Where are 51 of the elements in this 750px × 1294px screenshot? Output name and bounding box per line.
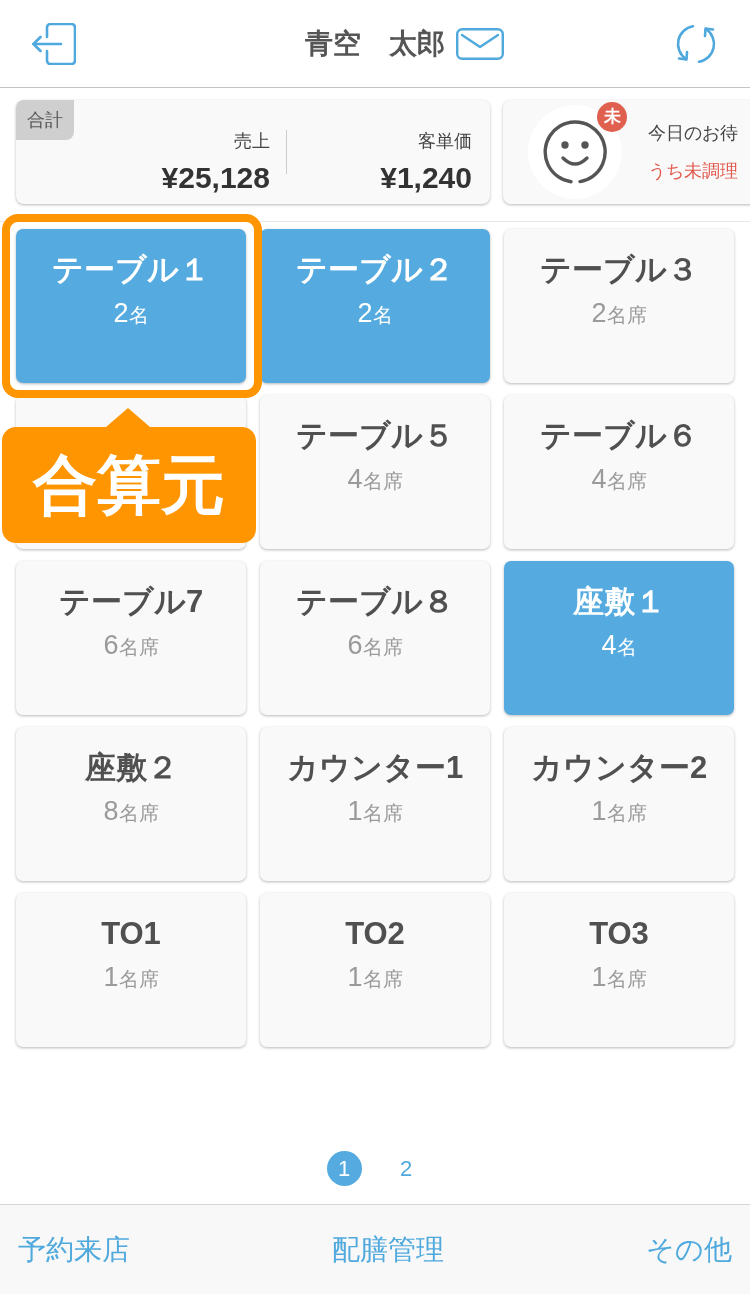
total-tag: 合計 <box>16 100 74 140</box>
table-tile[interactable]: 座敷２ 8名席 <box>16 727 246 881</box>
table-name: カウンター1 <box>286 749 464 787</box>
table-tile[interactable]: TO3 1名席 <box>504 893 734 1047</box>
waiting-title: 今日のお待 <box>648 122 738 145</box>
seat-count: 1名席 <box>591 961 647 994</box>
table-name: TO3 <box>589 915 649 953</box>
seat-count: 2名席 <box>591 297 647 330</box>
table-name: カウンター2 <box>530 749 708 787</box>
table-tile[interactable]: テーブル３ 2名席 <box>504 229 734 383</box>
mail-icon[interactable] <box>456 27 504 60</box>
seat-count: 4名 <box>601 629 637 662</box>
metric-label: 売上 <box>234 130 270 153</box>
table-name: 座敷１ <box>572 583 666 621</box>
metric-value: ¥1,240 <box>380 160 472 196</box>
table-tile[interactable]: カウンター1 1名席 <box>260 727 490 881</box>
seat-count: 6名席 <box>103 629 159 662</box>
metric-label: 客単価 <box>418 130 472 153</box>
table-tile[interactable]: テーブル６ 4名席 <box>504 395 734 549</box>
table-tile[interactable]: テーブル５ 4名席 <box>260 395 490 549</box>
logout-icon[interactable] <box>32 22 76 65</box>
table-tile[interactable]: テーブル7 6名席 <box>16 561 246 715</box>
table-tile[interactable]: TO1 1名席 <box>16 893 246 1047</box>
table-name: TO1 <box>101 915 161 953</box>
table-name: テーブル８ <box>296 583 454 621</box>
table-name: テーブル２ <box>296 251 454 289</box>
seat-count: 6名席 <box>347 629 403 662</box>
metric-value: ¥25,128 <box>161 160 270 196</box>
table-tile[interactable]: カウンター2 1名席 <box>504 727 734 881</box>
seat-count: 1名席 <box>591 795 647 828</box>
table-name: TO2 <box>345 915 405 953</box>
table-name: テーブル５ <box>296 417 454 455</box>
table-name: テーブル7 <box>58 583 204 621</box>
seat-count: 8名席 <box>103 795 159 828</box>
seat-count: 1名席 <box>347 961 403 994</box>
seat-count: 1名席 <box>347 795 403 828</box>
seat-count: 4名席 <box>591 463 647 496</box>
user-name: 青空 太郎 <box>305 26 445 61</box>
table-tile[interactable]: TO2 1名席 <box>260 893 490 1047</box>
table-name: テーブル１ <box>52 251 210 289</box>
seat-count: 2名 <box>113 297 149 330</box>
status-badge: 未 <box>597 102 627 132</box>
seat-count: 1名席 <box>103 961 159 994</box>
seat-count: 4名席 <box>347 463 403 496</box>
table-name: 座敷２ <box>84 749 178 787</box>
table-tile[interactable]: テーブル８ 6名席 <box>260 561 490 715</box>
uncooked-label: うち未調理 <box>648 160 738 183</box>
table-name: テーブル６ <box>540 417 698 455</box>
seat-count: 2名 <box>357 297 393 330</box>
waiting-card[interactable]: 未 今日のお待 うち未調理 <box>503 100 750 204</box>
table-name: テーブル３ <box>540 251 698 289</box>
